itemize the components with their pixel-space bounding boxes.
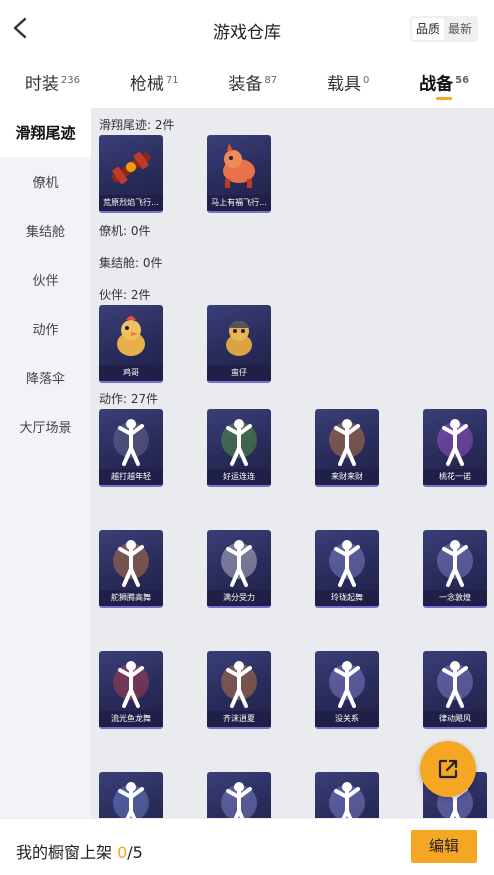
item-card[interactable]: 玲珑起舞 [315, 530, 379, 608]
category-tabs: 时装 236 枪械 71 装备 87 载具 0 战备 56 [0, 58, 494, 108]
item-name: 舵狮腾高舞 [99, 590, 163, 606]
bottom-bar: 我的橱窗上架 0/5 编辑 [0, 818, 494, 875]
tab-count: 0 [362, 75, 370, 86]
item-card[interactable]: 满分受力 [207, 530, 271, 608]
partner-image [207, 309, 271, 365]
glider-image [99, 139, 163, 195]
tab-label: 枪械 [129, 74, 164, 95]
emote-dancer-image [99, 776, 163, 818]
emote-dancer-image [99, 413, 163, 469]
tab-count: 87 [264, 75, 278, 86]
section-title-partner: 伙伴: 2件 [99, 288, 151, 302]
edit-button[interactable]: 编辑 [411, 830, 477, 863]
tab-label: 装备 [228, 74, 263, 95]
showcase-current: 0 [117, 843, 128, 862]
tab-count: 56 [455, 75, 470, 86]
sidebar: 滑翔尾迹 僚机 集结舱 伙伴 动作 降落伞 大厅场景 [0, 108, 91, 818]
item-name: 荒原烈焰飞行... [99, 195, 163, 211]
item-card[interactable]: 越打越年轻 [99, 409, 163, 487]
tab-label: 时装 [24, 74, 59, 95]
emote-dancer-image [423, 534, 487, 590]
item-card[interactable]: 舵狮腾高舞 [99, 530, 163, 608]
item-card[interactable]: 一念敦煌 [423, 530, 487, 608]
sort-latest-option[interactable]: 最新 [444, 18, 476, 40]
item-name: 鸡哥 [99, 365, 163, 381]
sidebar-item-assembly[interactable]: 集结舱 [0, 206, 91, 255]
sidebar-item-lobby-scene[interactable]: 大厅场景 [0, 402, 91, 451]
item-name: 蛮仔 [207, 365, 271, 381]
section-title-emote: 动作: 27件 [99, 392, 159, 406]
item-card[interactable] [99, 772, 163, 818]
item-card[interactable] [315, 772, 379, 818]
share-button[interactable] [420, 741, 476, 797]
item-card[interactable] [207, 772, 271, 818]
sidebar-item-glide-trail[interactable]: 滑翔尾迹 [0, 108, 91, 157]
item-name: 越打越年轻 [99, 469, 163, 485]
emote-dancer-image [315, 534, 379, 590]
showcase-label: 我的橱窗上架 [16, 843, 118, 862]
section-title-wingman: 僚机: 0件 [99, 224, 151, 238]
item-card[interactable]: 马上有福飞行... [207, 135, 271, 213]
tab-equipment[interactable]: 装备 87 [222, 58, 283, 108]
item-card[interactable]: 荒原烈焰飞行... [99, 135, 163, 213]
emote-dancer-image [315, 413, 379, 469]
item-name: 一念敦煌 [423, 590, 487, 606]
emote-dancer-image [207, 534, 271, 590]
item-card[interactable]: 桃花一诺 [423, 409, 487, 487]
item-name: 律动飓风 [423, 711, 487, 727]
item-name: 齐沫逍夏 [207, 711, 271, 727]
item-name: 玲珑起舞 [315, 590, 379, 606]
section-title-glide-trail: 滑翔尾迹: 2件 [99, 118, 175, 132]
item-name: 满分受力 [207, 590, 271, 606]
share-icon [438, 759, 458, 779]
item-list[interactable]: 滑翔尾迹: 2件 荒原烈焰飞行... 马上有福飞行... 僚机: 0件 集结舱:… [91, 108, 494, 818]
emote-dancer-image [315, 776, 379, 818]
sidebar-item-wingman[interactable]: 僚机 [0, 157, 91, 206]
showcase-counter: 我的橱窗上架 0/5 [16, 839, 143, 863]
item-name: 没关系 [315, 711, 379, 727]
item-card[interactable]: 好运连连 [207, 409, 271, 487]
item-card[interactable]: 蛮仔 [207, 305, 271, 383]
item-card[interactable]: 律动飓风 [423, 651, 487, 729]
tab-fashion[interactable]: 时装 236 [19, 58, 86, 108]
item-card[interactable]: 鸡哥 [99, 305, 163, 383]
section-title-assembly: 集结舱: 0件 [99, 256, 163, 270]
header: 游戏仓库 品质 最新 [0, 0, 494, 58]
chicken-image [99, 309, 163, 365]
partner-grid: 鸡哥 蛮仔 [91, 305, 494, 383]
emote-dancer-image [423, 413, 487, 469]
tab-combat-gear[interactable]: 战备 56 [413, 58, 475, 108]
emote-dancer-image [207, 655, 271, 711]
item-name: 桃花一诺 [423, 469, 487, 485]
item-name: 流光鱼龙舞 [99, 711, 163, 727]
item-card[interactable]: 来财来财 [315, 409, 379, 487]
tab-count: 236 [60, 75, 80, 86]
showcase-total: /5 [127, 843, 143, 862]
tab-vehicles[interactable]: 载具 0 [321, 58, 375, 108]
sort-toggle[interactable]: 品质 最新 [409, 16, 478, 42]
glider-image [207, 139, 271, 195]
sidebar-item-partner[interactable]: 伙伴 [0, 255, 91, 304]
tab-firearms[interactable]: 枪械 71 [124, 58, 185, 108]
emote-dancer-image [99, 534, 163, 590]
sidebar-item-emote[interactable]: 动作 [0, 304, 91, 353]
item-card[interactable]: 齐沫逍夏 [207, 651, 271, 729]
emote-dancer-image [207, 413, 271, 469]
tab-count: 71 [165, 75, 179, 86]
emote-dancer-image [207, 776, 271, 818]
item-name: 来财来财 [315, 469, 379, 485]
glide-trail-grid: 荒原烈焰飞行... 马上有福飞行... [91, 135, 494, 213]
item-name: 好运连连 [207, 469, 271, 485]
tab-label: 战备 [419, 74, 454, 95]
item-name: 马上有福飞行... [207, 195, 271, 211]
emote-dancer-image [99, 655, 163, 711]
item-card[interactable]: 没关系 [315, 651, 379, 729]
tab-label: 载具 [326, 74, 361, 95]
sort-quality-option[interactable]: 品质 [411, 18, 444, 40]
emote-dancer-image [315, 655, 379, 711]
item-card[interactable]: 流光鱼龙舞 [99, 651, 163, 729]
sidebar-item-parachute[interactable]: 降落伞 [0, 353, 91, 402]
emote-dancer-image [423, 655, 487, 711]
